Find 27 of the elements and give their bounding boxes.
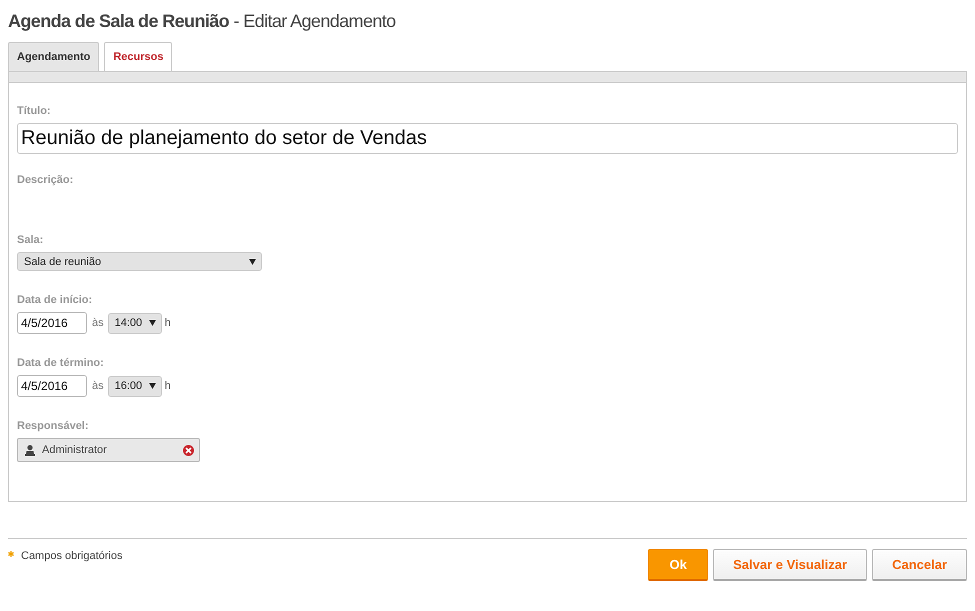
person-icon: [25, 444, 35, 456]
field-label: Título:: [17, 104, 51, 118]
tab[interactable]: Recursos: [104, 42, 172, 71]
caret-icon: [249, 258, 256, 264]
time-connector-label: às: [92, 380, 104, 392]
field-label: Data de término:: [17, 356, 104, 370]
time-connector-label: às: [92, 317, 104, 329]
title-input[interactable]: Reunião de planejamento do setor de Vendas: [17, 123, 958, 154]
caret-icon: [148, 383, 156, 389]
required-fields-note: Campos obrigatórios: [21, 549, 122, 563]
remove-icon[interactable]: [183, 444, 194, 456]
time-select[interactable]: 14:00: [108, 312, 162, 334]
page-title: Agenda de Sala de Reunião - Editar Agendamento: [8, 10, 396, 33]
field-label: Descrição:: [17, 173, 74, 187]
asterisk-icon: [8, 551, 14, 557]
hour-unit-label: h: [164, 317, 171, 329]
time-select[interactable]: 16:00: [108, 376, 162, 396]
field-label: Responsável:: [17, 419, 89, 433]
date-input[interactable]: 4/5/2016: [17, 312, 87, 334]
person-name: Administrator: [42, 444, 108, 456]
field-label: Data de início:: [17, 293, 92, 307]
caret-icon: [148, 320, 156, 326]
room-select[interactable]: Sala de reunião: [17, 252, 262, 271]
date-input[interactable]: 4/5/2016: [17, 375, 87, 397]
tab[interactable]: Agendamento: [8, 42, 100, 71]
field-label: Sala:: [17, 233, 44, 247]
hour-unit-label: h: [164, 380, 171, 392]
